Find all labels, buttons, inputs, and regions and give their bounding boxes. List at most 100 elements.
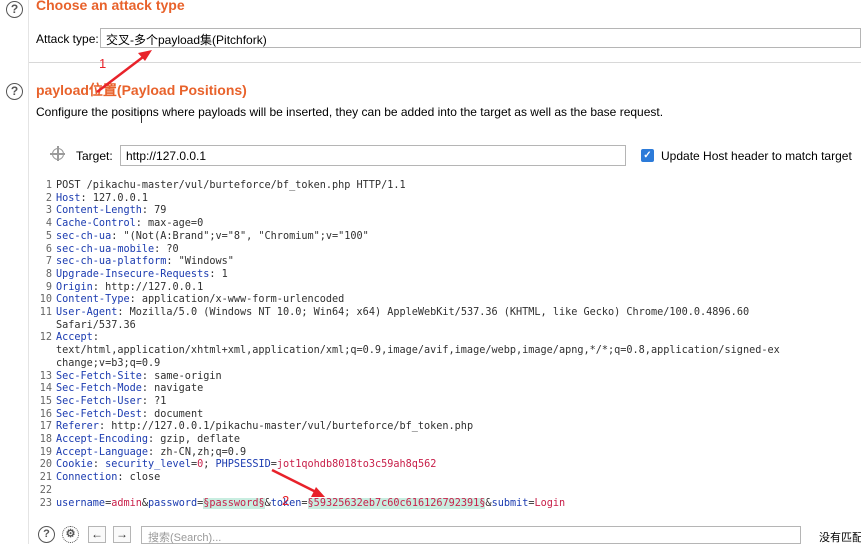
header-name: sec-ch-ua-mobile (56, 243, 155, 255)
request-line: 18 Accept-Encoding: gzip, deflate (36, 434, 861, 447)
request-editor[interactable]: 1 POST /pikachu-master/vul/burteforce/bf_… (36, 180, 861, 518)
line-number: 18 (39, 434, 52, 446)
line-number: 9 (45, 281, 52, 293)
line-number: 14 (39, 383, 52, 395)
line-code: username=admin&password=§password§&token… (56, 497, 861, 511)
request-line: 22 (36, 485, 861, 498)
code-token: : http://127.0.0.1 (92, 281, 204, 293)
header-name: Sec-Fetch-Mode (56, 383, 142, 395)
payload-marker[interactable]: §password§ (203, 497, 265, 509)
line-code: sec-ch-ua: "(Not(A:Brand";v="8", "Chromi… (56, 231, 861, 244)
code-token: admin (111, 497, 142, 509)
text-cursor-icon (141, 111, 142, 123)
code-token: security_level (105, 459, 191, 471)
line-code: Content-Length: 79 (56, 205, 861, 218)
header-name: Content-Type (56, 294, 130, 306)
annotation-number-1: 1 (99, 56, 107, 71)
line-code: sec-ch-ua-platform: "Windows" (56, 256, 861, 269)
line-number: 3 (45, 205, 52, 217)
gear-icon[interactable]: ⚙ (62, 526, 79, 543)
request-line: 8 Upgrade-Insecure-Requests: 1 (36, 269, 861, 282)
code-token: : navigate (141, 383, 204, 395)
line-code: User-Agent: Mozilla/5.0 (Windows NT 10.0… (56, 307, 861, 320)
line-number: 10 (39, 294, 52, 306)
line-code: Sec-Fetch-Site: same-origin (56, 371, 861, 384)
line-number: 11 (39, 307, 52, 319)
line-code: Referer: http://127.0.0.1/pikachu-master… (56, 421, 861, 434)
code-token: text/html,application/xhtml+xml,applicat… (56, 345, 780, 357)
request-line: 17 Referer: http://127.0.0.1/pikachu-mast… (36, 421, 861, 434)
request-line: text/html,application/xhtml+xml,applicat… (36, 345, 861, 358)
help-icon[interactable]: ? (38, 526, 55, 543)
line-code: Upgrade-Insecure-Requests: 1 (56, 269, 861, 282)
request-line: 20 Cookie: security_level=0; PHPSESSID=jo… (36, 459, 861, 472)
update-host-label: Update Host header to match target (661, 149, 852, 163)
attack-type-select[interactable]: 交叉-多个payload集(Pitchfork) (100, 28, 861, 48)
request-line: change;v=b3;q=0.9 (36, 358, 861, 371)
attack-type-title: Choose an attack type (36, 0, 185, 13)
code-token: Safari/537.36 (56, 319, 136, 331)
line-number: 16 (39, 408, 52, 420)
code-token: : gzip, deflate (148, 434, 241, 446)
update-host-checkbox[interactable]: ✓ (641, 149, 654, 162)
request-line: 13 Sec-Fetch-Site: same-origin (36, 371, 861, 384)
line-code: Accept-Language: zh-CN,zh;q=0.9 (56, 447, 861, 460)
line-code: Content-Type: application/x-www-form-url… (56, 294, 861, 307)
header-name: User-Agent (56, 307, 118, 319)
payload-marker[interactable]: §59325632eb7c60c616126792391§ (307, 497, 486, 509)
header-name: Sec-Fetch-Site (56, 370, 142, 382)
code-token: : "Windows" (166, 256, 234, 268)
target-input[interactable]: http://127.0.0.1 (120, 145, 626, 166)
request-line: 7 sec-ch-ua-platform: "Windows" (36, 256, 861, 269)
line-code: Host: 127.0.0.1 (56, 193, 861, 206)
line-code: Accept: (56, 332, 861, 345)
header-name: Sec-Fetch-Dest (56, 408, 142, 420)
request-line: 4 Cache-Control: max-age=0 (36, 218, 861, 231)
code-token: : Mozilla/5.0 (Windows NT 10.0; Win64; x… (117, 307, 750, 319)
search-input[interactable]: 搜索(Search)... (141, 526, 801, 544)
line-number: 6 (45, 243, 52, 255)
line-number: 5 (45, 230, 52, 242)
request-line: 5 sec-ch-ua: "(Not(A:Brand";v="8", "Chrom… (36, 231, 861, 244)
code-token: : max-age=0 (135, 218, 204, 230)
code-token: password (148, 497, 198, 509)
request-line: 15 Sec-Fetch-User: ?1 (36, 396, 861, 409)
header-name: Cache-Control (56, 218, 136, 230)
code-token: Login (534, 497, 566, 509)
header-name: Cookie (56, 459, 93, 471)
section-divider (29, 62, 861, 63)
code-token: POST /pikachu-master/vul/burteforce/bf_t… (56, 180, 406, 191)
line-number: 22 (39, 484, 52, 496)
header-name: Connection (56, 472, 118, 484)
crosshair-icon (50, 146, 65, 161)
line-number: 17 (39, 421, 52, 433)
request-line: 3 Content-Length: 79 (36, 205, 861, 218)
help-icon[interactable]: ? (6, 1, 23, 18)
code-token: : ?1 (141, 395, 167, 407)
left-gutter (0, 0, 29, 544)
line-number: 15 (39, 395, 52, 407)
line-number: 21 (39, 472, 52, 484)
code-token: change;v=b3;q=0.9 (56, 357, 161, 369)
line-code: Cookie: security_level=0; PHPSESSID=jot1… (56, 459, 861, 472)
line-code: Connection: close (56, 472, 861, 485)
line-code: change;v=b3;q=0.9 (56, 358, 861, 371)
arrow-right-icon[interactable]: → (113, 526, 131, 543)
line-number: 8 (45, 268, 52, 280)
request-line: 11 User-Agent: Mozilla/5.0 (Windows NT 10… (36, 307, 861, 320)
request-line: 14 Sec-Fetch-Mode: navigate (36, 383, 861, 396)
header-name: sec-ch-ua-platform (56, 256, 167, 268)
line-code: POST /pikachu-master/vul/burteforce/bf_t… (56, 180, 861, 193)
line-number: 2 (45, 192, 52, 204)
line-code: Sec-Fetch-Dest: document (56, 409, 861, 422)
help-icon[interactable]: ? (6, 83, 23, 100)
arrow-left-icon[interactable]: ← (88, 526, 106, 543)
line-code: sec-ch-ua-mobile: ?0 (56, 244, 861, 257)
request-line: Safari/537.36 (36, 320, 861, 333)
annotation-number-2: 2 (282, 493, 290, 508)
code-token: : http://127.0.0.1/pikachu-master/vul/bu… (98, 421, 474, 433)
code-token: : 79 (141, 205, 167, 217)
attack-type-label: Attack type: (36, 32, 99, 46)
code-token: PHPSESSID (215, 459, 271, 471)
